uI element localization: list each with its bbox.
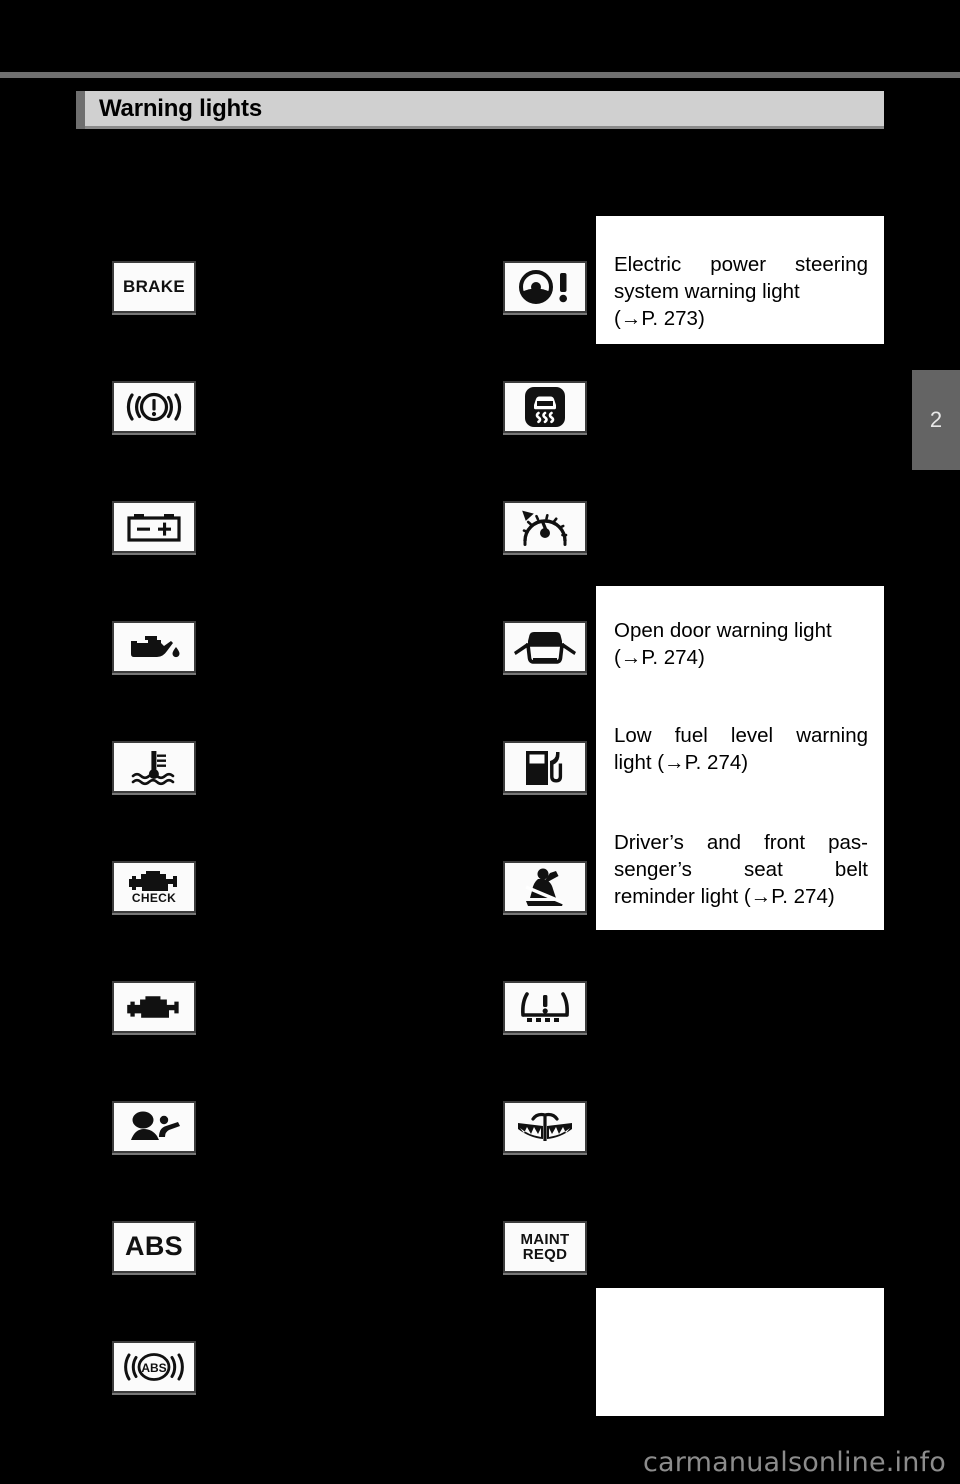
seat-belt-reminder-light-icon xyxy=(520,867,570,907)
desc-line: system warning light xyxy=(614,280,800,303)
brake-assist-abs-circle-warning-light-icon: ABS xyxy=(121,1350,187,1384)
top-rule-divider xyxy=(0,72,960,78)
plate-brake-system-warning-light xyxy=(112,381,196,433)
plate-slip-indicator-light xyxy=(503,381,587,433)
check-engine-label: CHECK xyxy=(131,891,177,906)
open-door-warning-light-icon xyxy=(511,628,579,666)
plate-check-engine-warning-light: CHECK xyxy=(112,861,196,913)
plate-washer-fluid-warning-light xyxy=(503,1101,587,1153)
desc-line: light (→P. 274) xyxy=(614,751,749,774)
plate-low-oil-pressure-warning-light xyxy=(112,621,196,673)
slip-indicator-vsc-warning-light-icon xyxy=(524,386,566,428)
plate-maintenance-required-light: MAINT REQD xyxy=(503,1221,587,1273)
section-header-bar: Warning lights xyxy=(85,91,884,129)
brake-system-circle-warning-light-icon xyxy=(123,389,185,425)
electric-power-steering-warning-light-icon xyxy=(515,269,575,305)
plate-open-door-warning-light xyxy=(503,621,587,673)
plate-seat-belt-reminder-light xyxy=(503,861,587,913)
washer-fluid-level-warning-light-icon xyxy=(514,1109,576,1145)
plate-srs-airbag-warning-light xyxy=(112,1101,196,1153)
desc-line: (→P. 274) xyxy=(614,646,705,669)
maint-reqd-line1: MAINT xyxy=(520,1230,570,1248)
engine-coolant-temperature-warning-light-icon xyxy=(126,748,182,786)
low-fuel-level-warning-light-icon xyxy=(520,747,570,787)
plate-brake-warning-light: BRAKE xyxy=(112,261,196,313)
plate-malfunction-indicator-light xyxy=(112,981,196,1033)
plate-electric-power-steering-warning-light xyxy=(503,261,587,313)
brake-warning-light-icon: BRAKE xyxy=(123,277,185,297)
plate-tire-pressure-warning-light xyxy=(503,981,587,1033)
site-watermark: carmanualsonline.info xyxy=(643,1447,946,1478)
description-seat-belt-reminder: Driver’s and front pas- senger’s seat be… xyxy=(614,829,868,910)
chapter-tab: 2 xyxy=(912,370,960,470)
desc-line: (→P. 273) xyxy=(614,307,705,330)
desc-line: senger’s seat belt xyxy=(614,858,868,881)
srs-airbag-warning-light-icon xyxy=(126,1110,182,1144)
description-open-door: Open door warning light (→P. 274) xyxy=(614,617,868,671)
maintenance-required-light-icon: MAINT REQD xyxy=(520,1230,570,1263)
plate-brake-assist-warning-light: ABS xyxy=(112,1341,196,1393)
description-electric-power-steering: Electric power steering system warning l… xyxy=(614,251,868,332)
check-engine-warning-light-icon xyxy=(126,869,182,893)
cruise-control-speedometer-warning-light-icon xyxy=(517,508,573,546)
maint-reqd-line2: REQD xyxy=(522,1246,568,1263)
desc-line: Open door warning light xyxy=(614,619,832,642)
section-header-accent-bar xyxy=(76,91,85,129)
low-engine-oil-pressure-warning-light-icon xyxy=(123,630,185,664)
desc-line: Driver’s and front pas- xyxy=(614,831,868,854)
plate-abs-warning-light: ABS xyxy=(112,1221,196,1273)
description-box-bottom xyxy=(596,1288,884,1416)
description-low-fuel: Low fuel level warning light (→P. 274) xyxy=(614,722,868,776)
malfunction-indicator-engine-icon xyxy=(124,993,184,1021)
svg-text:ABS: ABS xyxy=(141,1361,166,1375)
plate-low-fuel-warning-light xyxy=(503,741,587,793)
desc-line: Electric power steering xyxy=(614,253,868,276)
plate-engine-coolant-temp-warning-light xyxy=(112,741,196,793)
section-header: Warning lights xyxy=(76,91,884,129)
plate-charging-system-warning-light xyxy=(112,501,196,553)
tire-pressure-warning-light-icon xyxy=(518,988,572,1026)
desc-line: Low fuel level warning xyxy=(614,724,868,747)
charging-system-battery-warning-light-icon xyxy=(125,510,183,544)
abs-warning-light-icon: ABS xyxy=(125,1231,183,1262)
manual-page: Warning lights 2 BRAKE CHECK ABS ABS MAI… xyxy=(0,0,960,1484)
page-title: Warning lights xyxy=(99,94,262,122)
desc-line: reminder light (→P. 274) xyxy=(614,885,835,908)
plate-cruise-control-warning-light xyxy=(503,501,587,553)
